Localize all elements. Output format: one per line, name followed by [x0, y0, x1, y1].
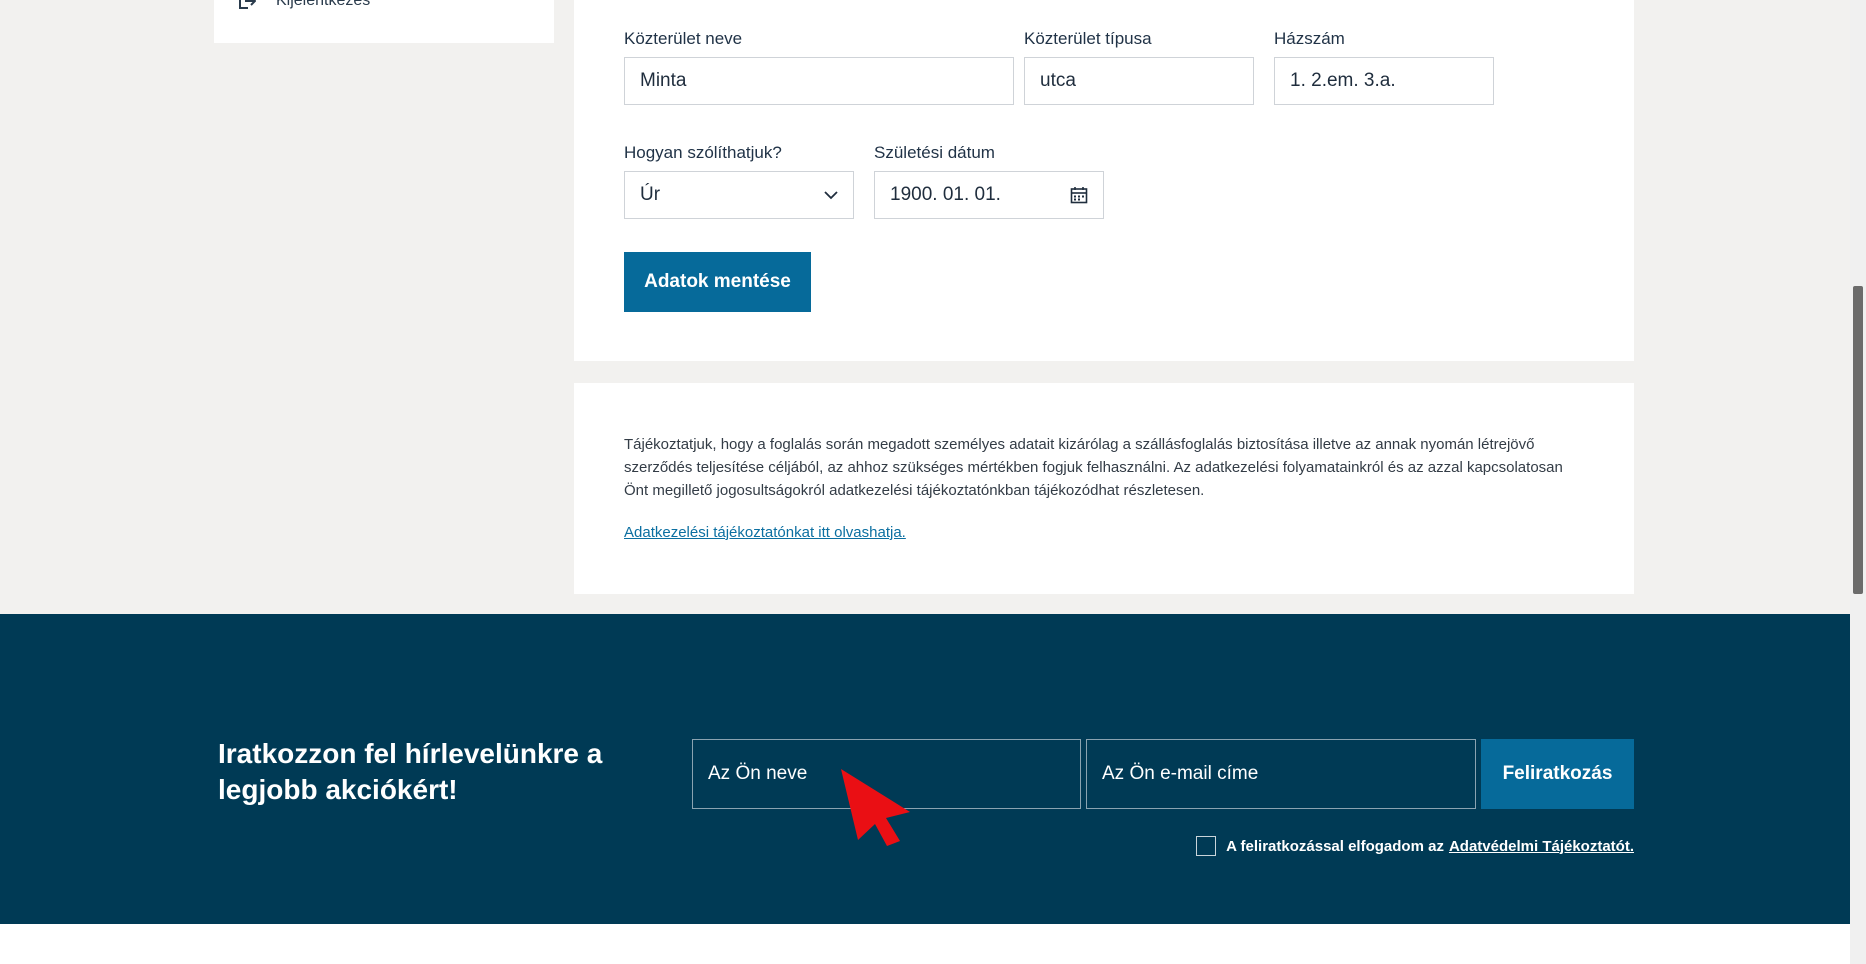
- privacy-info-text: Tájékoztatjuk, hogy a foglalás során meg…: [624, 436, 1563, 499]
- house-number-value: 1. 2.em. 3.a.: [1290, 70, 1396, 91]
- page-bottom: [0, 924, 1866, 964]
- privacy-info-card: Tájékoztatjuk, hogy a foglalás során meg…: [574, 383, 1634, 594]
- calendar-icon[interactable]: [1070, 186, 1088, 204]
- birth-date-label: Születési dátum: [874, 143, 995, 162]
- street-name-field: Közterület neve Minta: [624, 29, 1014, 105]
- street-name-value: Minta: [640, 70, 687, 91]
- sidebar-card: Kijelentkezés: [214, 0, 554, 43]
- salutation-field: Hogyan szólíthatjuk? Úr: [624, 143, 854, 219]
- house-number-field: Házszám 1. 2.em. 3.a.: [1274, 29, 1494, 105]
- street-name-input[interactable]: Minta: [624, 57, 1014, 105]
- consent-text: A feliratkozással elfogadom az: [1226, 837, 1444, 855]
- newsletter-name-placeholder: Az Ön neve: [708, 763, 808, 784]
- sidebar-item-label: Kijelentkezés: [276, 0, 371, 9]
- salutation-value: Úr: [640, 184, 661, 205]
- street-type-field: Közterület típusa utca: [1024, 29, 1254, 105]
- consent-checkbox[interactable]: [1196, 836, 1217, 856]
- salutation-label: Hogyan szólíthatjuk?: [624, 143, 782, 162]
- newsletter-title: Iratkozzon fel hírlevelünkre a legjobb a…: [218, 738, 603, 805]
- birth-date-field: Születési dátum 1900. 01. 01.: [874, 143, 1104, 219]
- salutation-select[interactable]: Úr: [624, 171, 854, 219]
- street-type-label: Közterület típusa: [1024, 29, 1152, 48]
- sidebar-item-logout[interactable]: Kijelentkezés: [238, 0, 370, 10]
- privacy-policy-link[interactable]: Adatkezelési tájékoztatónkat itt olvasha…: [624, 524, 906, 541]
- subscribe-button[interactable]: Feliratkozás: [1481, 739, 1634, 809]
- birth-date-value: 1900. 01. 01.: [890, 184, 1001, 205]
- newsletter-section: Iratkozzon fel hírlevelünkre a legjobb a…: [0, 614, 1866, 924]
- street-name-label: Közterület neve: [624, 29, 743, 48]
- consent-row: A feliratkozással elfogadom az Adatvédel…: [1196, 836, 1634, 856]
- street-type-value: utca: [1040, 70, 1076, 91]
- logout-icon: [239, 0, 256, 9]
- house-number-input[interactable]: 1. 2.em. 3.a.: [1274, 57, 1494, 105]
- birth-date-input[interactable]: 1900. 01. 01.: [874, 171, 1104, 219]
- privacy-notice-link[interactable]: Adatvédelmi Tájékoztatót.: [1449, 838, 1634, 855]
- scrollbar-thumb[interactable]: [1853, 286, 1863, 594]
- scrollbar[interactable]: [1850, 0, 1866, 964]
- chevron-down-icon: [824, 190, 838, 199]
- newsletter-email-input[interactable]: Az Ön e-mail címe: [1086, 739, 1476, 809]
- newsletter-email-placeholder: Az Ön e-mail címe: [1102, 763, 1259, 784]
- personal-data-form: Közterület neve Minta Közterület típusa …: [574, 0, 1634, 361]
- house-number-label: Házszám: [1274, 29, 1345, 48]
- save-button[interactable]: Adatok mentése: [624, 252, 811, 312]
- mouse-cursor-icon: [841, 769, 910, 846]
- street-type-input[interactable]: utca: [1024, 57, 1254, 105]
